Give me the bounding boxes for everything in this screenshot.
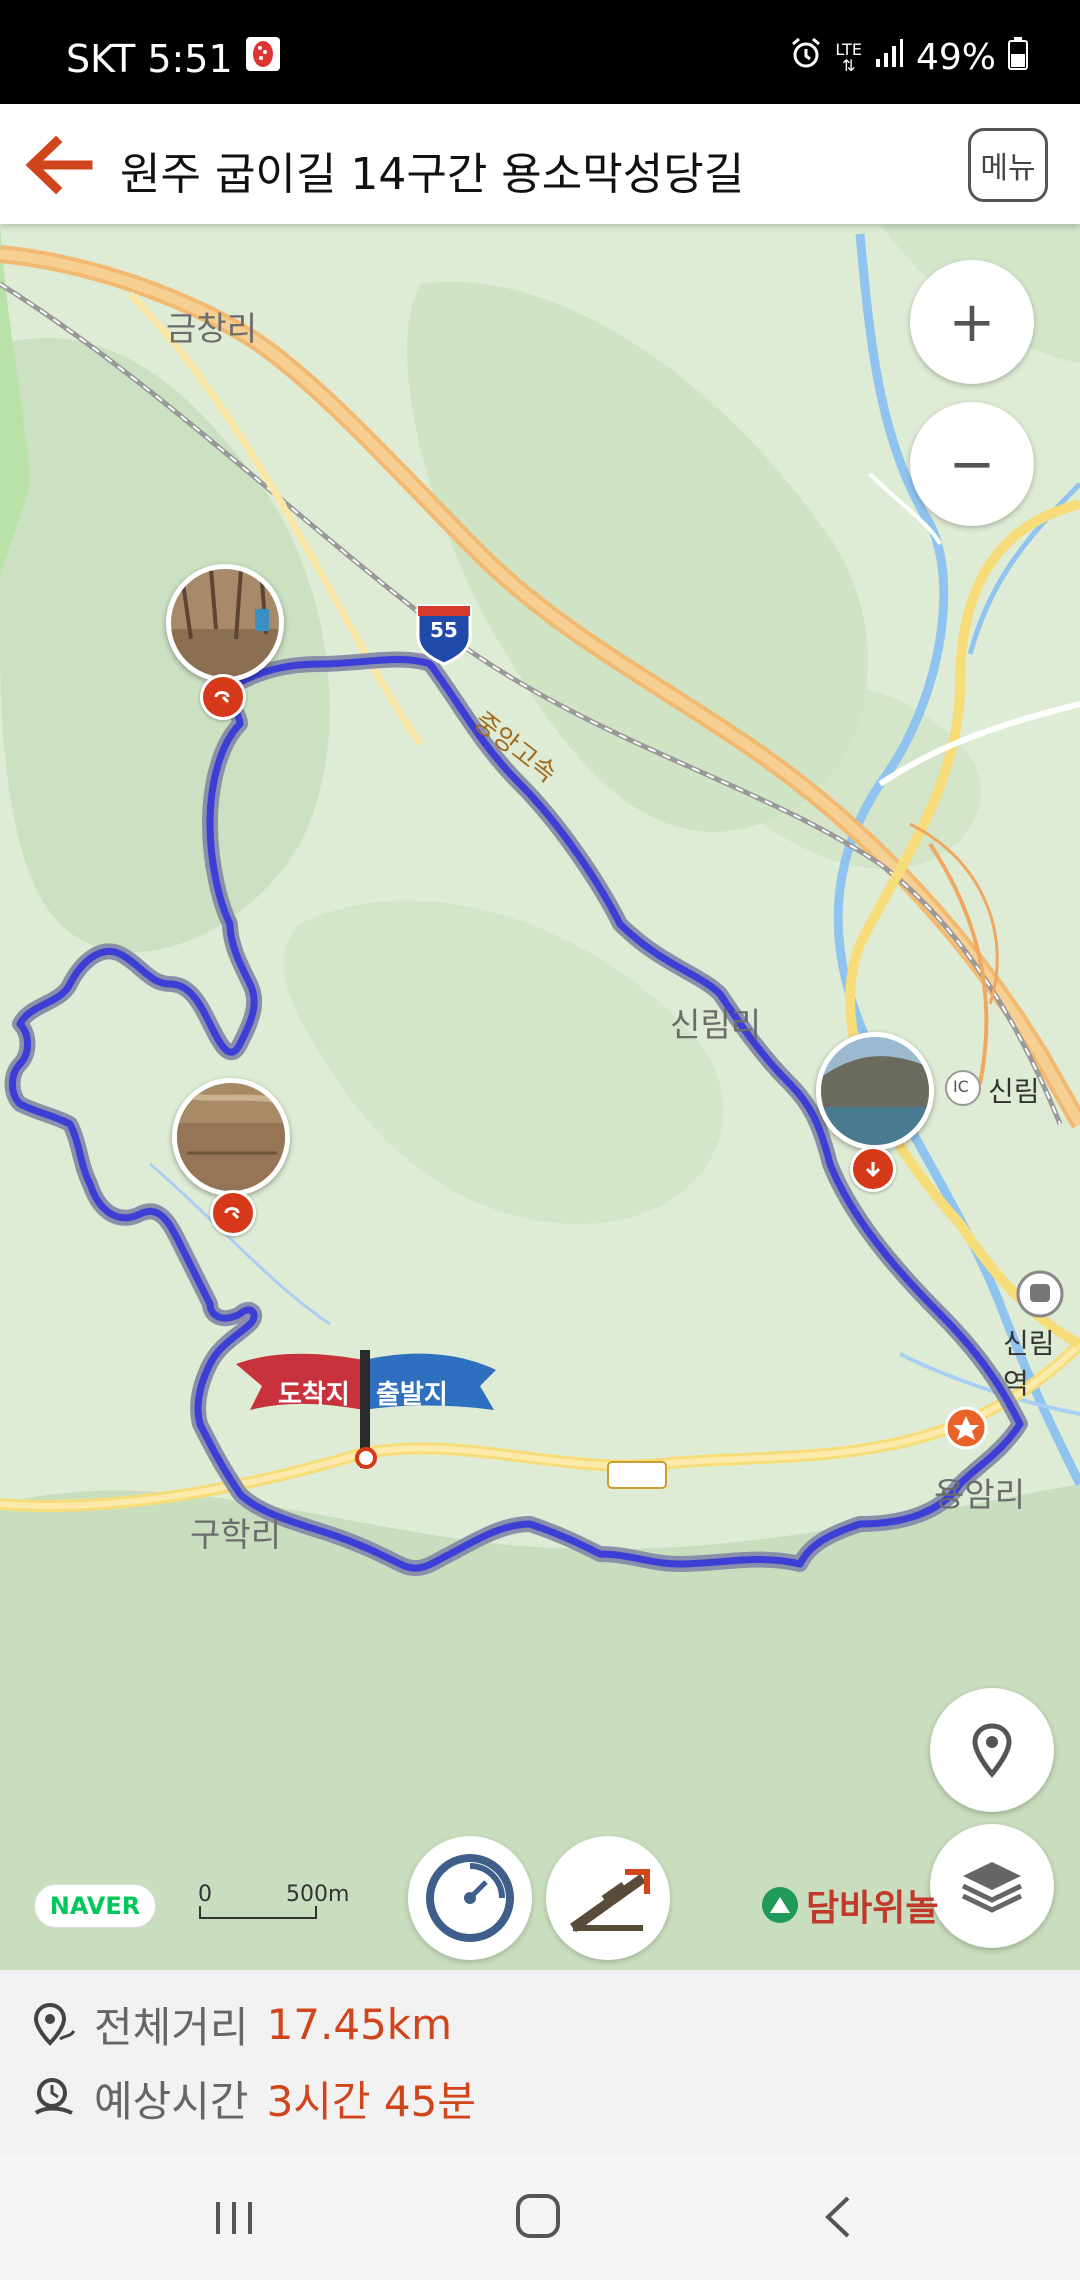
waypoint-marker-1[interactable] xyxy=(200,674,246,720)
naver-logo: NAVER xyxy=(34,1884,156,1928)
speedometer-icon xyxy=(426,1854,514,1942)
route-number-label: 55 xyxy=(430,618,458,642)
speedometer-button[interactable] xyxy=(408,1836,532,1960)
zoom-in-label: + xyxy=(948,289,996,355)
app-bar: 원주 굽이길 14구간 용소막성당길 메뉴 xyxy=(0,104,1080,224)
distance-label: 전체거리 xyxy=(94,2003,249,2052)
back-chevron-icon xyxy=(825,2196,850,2238)
time-row: 예상시간 3시간 45분 xyxy=(30,2068,476,2129)
place-label-geumchang: 금창리 xyxy=(166,309,258,348)
status-bar: SKT 5:51 LTE ⇅ 49% xyxy=(0,0,1080,104)
waypoint-photo-2[interactable] xyxy=(172,1078,290,1196)
time-clock-icon xyxy=(34,2077,73,2115)
zoom-out-label: − xyxy=(948,431,996,497)
recent-apps-button[interactable] xyxy=(206,2192,266,2242)
arrival-flag-label: 도착지 xyxy=(278,1380,350,1410)
menu-button[interactable]: 메뉴 xyxy=(968,128,1048,202)
waypoint-photo-3[interactable] xyxy=(816,1032,934,1150)
system-nav-bar xyxy=(0,2154,1080,2280)
app-notification-icon xyxy=(245,36,281,81)
back-arrow-icon xyxy=(25,135,93,195)
page-title: 원주 굽이길 14구간 용소막성당길 xyxy=(120,149,745,200)
brand-logo: 담바위놀 xyxy=(760,1879,938,1931)
map-view[interactable]: 금창리 신림리 IC 신림 신림역 용암리 구학리 중앙고속 55 도착지 출발… xyxy=(0,224,1080,1970)
waypoint-marker-2[interactable] xyxy=(210,1190,256,1236)
distance-value: 17.45km xyxy=(266,2000,453,2049)
home-button[interactable] xyxy=(508,2188,568,2244)
alarm-icon xyxy=(789,36,823,79)
recent-apps-icon xyxy=(216,2202,252,2234)
ic-badge: IC xyxy=(953,1077,969,1096)
carrier-text: SKT xyxy=(66,36,136,81)
scale-distance: 500m xyxy=(286,1882,350,1907)
distance-row: 전체거리 17.45km xyxy=(30,1994,452,2055)
elevation-slope-icon xyxy=(570,1869,650,1933)
place-label-sinrim-ic: 신림 xyxy=(988,1075,1040,1108)
mountain-logo-icon xyxy=(762,1887,798,1923)
route-info-panel: 전체거리 17.45km 예상시간 3시간 45분 xyxy=(0,1970,1080,2154)
departure-flag-label: 출발지 xyxy=(376,1380,448,1410)
battery-percent: 49% xyxy=(915,37,996,78)
battery-icon xyxy=(1008,36,1028,79)
my-location-button[interactable] xyxy=(930,1688,1054,1812)
layers-button[interactable] xyxy=(930,1824,1054,1948)
place-label-sinrim-station: 신림역 xyxy=(1003,1327,1055,1400)
zoom-out-button[interactable]: − xyxy=(910,402,1034,526)
elevation-button[interactable] xyxy=(546,1836,670,1960)
back-nav-button[interactable] xyxy=(810,2190,870,2244)
waypoint-marker-3[interactable] xyxy=(850,1146,896,1192)
distance-pin-icon xyxy=(33,2002,76,2046)
place-label-guhak: 구학리 xyxy=(190,1515,282,1554)
location-pin-icon xyxy=(972,1723,1012,1778)
lte-icon: LTE ⇅ xyxy=(835,39,862,75)
home-icon xyxy=(516,2194,560,2238)
place-label-sinrim: 신림리 xyxy=(670,1005,762,1044)
layers-icon xyxy=(961,1862,1023,1913)
clock-text: 5:51 xyxy=(147,36,233,81)
waypoint-photo-1[interactable] xyxy=(166,564,284,682)
back-button[interactable] xyxy=(18,130,98,200)
time-value: 3시간 45분 xyxy=(266,2077,476,2126)
scale-zero: 0 xyxy=(198,1882,212,1907)
place-label-yongam: 용암리 xyxy=(934,1475,1026,1514)
zoom-in-button[interactable]: + xyxy=(910,260,1034,384)
signal-icon xyxy=(874,37,904,78)
time-label: 예상시간 xyxy=(94,2077,249,2126)
